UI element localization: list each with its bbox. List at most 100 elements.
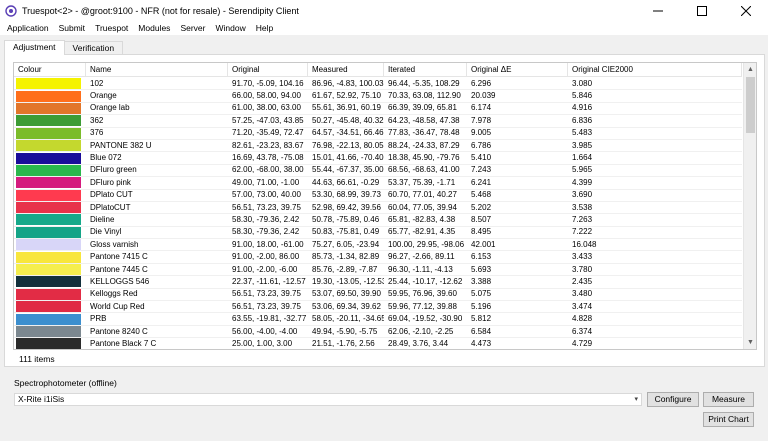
cell-original-cie2000: 2.435 <box>572 276 593 286</box>
cell-name: KELLOGGS 546 <box>90 276 150 286</box>
cell-iterated: 77.83, -36.47, 78.48 <box>388 128 460 138</box>
tab-adjustment[interactable]: Adjustment <box>4 40 65 55</box>
cell-colour <box>14 78 86 90</box>
table-row[interactable]: PANTONE 382 U 82.61, -23.23, 83.67 76.98, … <box>14 140 742 153</box>
column-header-original-cie2000[interactable]: Original CIE2000 <box>568 63 742 76</box>
column-header-measured[interactable]: Measured <box>308 63 384 76</box>
cell-colour <box>14 177 86 189</box>
cell-measured: 44.63, 66.61, -0.29 <box>312 177 380 187</box>
vertical-scrollbar[interactable]: ▲ ▼ <box>743 63 756 349</box>
colour-swatch <box>16 251 81 263</box>
menu-modules[interactable]: Modules <box>133 21 175 35</box>
table-row[interactable]: DFluro pink 49.00, 71.00, -1.00 44.63, 66.… <box>14 177 742 190</box>
colour-swatch <box>16 140 81 152</box>
table-row[interactable]: DFluro green 62.00, -68.00, 38.00 55.44, -… <box>14 164 742 178</box>
cell-original-de: 42.001 <box>471 239 496 249</box>
measure-button[interactable]: Measure <box>703 392 754 407</box>
menu-window[interactable]: Window <box>210 21 250 35</box>
scrollbar-thumb[interactable] <box>746 77 755 133</box>
cell-iterated: 59.95, 76.96, 39.60 <box>388 289 457 299</box>
cell-measured: 50.27, -45.48, 40.32 <box>312 115 384 125</box>
maximize-button[interactable] <box>680 0 724 21</box>
cell-iterated: 69.04, -19.52, -30.90 <box>388 314 463 324</box>
table-row[interactable]: Pantone 8240 C 56.00, -4.00, -4.00 49.94, … <box>14 326 742 339</box>
cell-colour <box>14 239 86 251</box>
menu-submit[interactable]: Submit <box>54 21 90 35</box>
table-row[interactable]: Gloss varnish 91.00, 18.00, -61.00 75.27, … <box>14 239 742 252</box>
cell-measured: 85.73, -1.34, 82.89 <box>312 252 380 262</box>
cell-measured: 19.30, -13.05, -12.53 <box>312 276 384 286</box>
table-row[interactable]: DPlato CUT 57.00, 73.00, 40.00 53.30, 68.9… <box>14 189 742 202</box>
cell-original-cie2000: 3.538 <box>572 202 593 212</box>
table-row[interactable]: Orange 66.00, 58.00, 94.00 61.67, 52.92, 7… <box>14 90 742 103</box>
cell-measured: 85.76, -2.89, -7.87 <box>312 264 378 274</box>
cell-original-cie2000: 3.433 <box>572 252 593 262</box>
cell-name: DFluro green <box>90 165 137 175</box>
cell-original: 66.00, 58.00, 94.00 <box>232 91 301 101</box>
cell-original-de: 9.005 <box>471 128 492 138</box>
column-header-name[interactable]: Name <box>86 63 228 76</box>
cell-colour <box>14 202 86 214</box>
colour-swatch <box>16 189 81 201</box>
table-row[interactable]: Die Vinyl 58.30, -79.36, 2.42 50.83, -75.8… <box>14 226 742 240</box>
close-button[interactable] <box>724 0 768 21</box>
table-row[interactable]: KELLOGGS 546 22.37, -11.61, -12.57 19.30, … <box>14 276 742 289</box>
cell-colour <box>14 164 86 176</box>
menu-server[interactable]: Server <box>175 21 210 35</box>
menu-application[interactable]: Application <box>2 21 54 35</box>
cell-original-cie2000: 3.474 <box>572 301 593 311</box>
cell-original: 49.00, 71.00, -1.00 <box>232 177 300 187</box>
table-row[interactable]: 102 91.70, -5.09, 104.16 86.96, -4.83, 100… <box>14 78 742 91</box>
table-row[interactable]: Blue 072 16.69, 43.78, -75.08 15.01, 41.66… <box>14 152 742 165</box>
colour-swatch <box>16 164 81 176</box>
cell-original: 58.30, -79.36, 2.42 <box>232 227 300 237</box>
cell-original: 82.61, -23.23, 83.67 <box>232 140 304 150</box>
app-logo-icon <box>5 4 17 17</box>
cell-name: PRB <box>90 314 107 324</box>
cell-original-de: 3.388 <box>471 276 492 286</box>
cell-original-de: 4.473 <box>471 338 492 348</box>
table-body: 102 91.70, -5.09, 104.16 86.96, -4.83, 100… <box>14 78 742 349</box>
minimize-button[interactable] <box>636 0 680 21</box>
configure-button[interactable]: Configure <box>647 392 699 407</box>
colour-table: Colour Name Original Measured Iterated O… <box>13 62 757 350</box>
table-row[interactable]: Pantone 7415 C 91.00, -2.00, 86.00 85.73, … <box>14 251 742 264</box>
column-header-iterated[interactable]: Iterated <box>384 63 467 76</box>
cell-original: 91.00, -2.00, 86.00 <box>232 252 300 262</box>
cell-measured: 61.67, 52.92, 75.10 <box>312 91 381 101</box>
table-row[interactable]: 362 57.25, -47.03, 43.85 50.27, -45.48, 40… <box>14 115 742 128</box>
scroll-down-icon[interactable]: ▼ <box>744 336 756 349</box>
spectrophotometer-select[interactable]: X-Rite i1iSis ▾ <box>14 393 642 406</box>
cell-original: 61.00, 38.00, 63.00 <box>232 103 301 113</box>
table-row[interactable]: DPlatoCUT 56.51, 73.23, 39.75 52.98, 69.42… <box>14 202 742 215</box>
table-row[interactable]: Pantone Black 7 C 25.00, 1.00, 3.00 21.51,… <box>14 338 742 349</box>
table-row[interactable]: 376 71.20, -35.49, 72.47 64.57, -34.51, 66… <box>14 127 742 140</box>
menu-help[interactable]: Help <box>251 21 278 35</box>
table-row[interactable]: World Cup Red 56.51, 73.23, 39.75 53.06, 6… <box>14 301 742 314</box>
table-row[interactable]: PRB 63.55, -19.81, -32.77 58.05, -20.11, -… <box>14 313 742 326</box>
cell-iterated: 65.77, -82.91, 4.35 <box>388 227 456 237</box>
menu-truespot[interactable]: Truespot <box>90 21 133 35</box>
cell-original-de: 6.174 <box>471 103 492 113</box>
scroll-up-icon[interactable]: ▲ <box>744 63 756 76</box>
column-header-original-de[interactable]: Original ΔE <box>467 63 568 76</box>
cell-colour <box>14 301 86 313</box>
cell-measured: 76.98, -22.13, 80.05 <box>312 140 384 150</box>
cell-original: 63.55, -19.81, -32.77 <box>232 314 307 324</box>
cell-original-cie2000: 4.828 <box>572 314 593 324</box>
print-chart-button[interactable]: Print Chart <box>703 412 754 427</box>
cell-iterated: 68.56, -68.63, 41.00 <box>388 165 460 175</box>
column-header-original[interactable]: Original <box>228 63 308 76</box>
item-count: 111 items <box>19 354 55 364</box>
table-row[interactable]: Kelloggs Red 56.51, 73.23, 39.75 53.07, 69… <box>14 288 742 302</box>
cell-name: Kelloggs Red <box>90 289 138 299</box>
table-row[interactable]: Dieline 58.30, -79.36, 2.42 50.78, -75.89,… <box>14 214 742 227</box>
cell-original-cie2000: 3.780 <box>572 264 593 274</box>
column-header-colour[interactable]: Colour <box>14 63 86 76</box>
colour-swatch <box>16 202 81 214</box>
tab-verification[interactable]: Verification <box>63 41 124 55</box>
cell-iterated: 96.44, -5.35, 108.29 <box>388 78 460 88</box>
table-row[interactable]: Pantone 7445 C 91.00, -2.00, -6.00 85.76, … <box>14 264 742 277</box>
table-row[interactable]: Orange lab 61.00, 38.00, 63.00 55.61, 36.9… <box>14 102 742 116</box>
cell-measured: 49.94, -5.90, -5.75 <box>312 326 378 336</box>
